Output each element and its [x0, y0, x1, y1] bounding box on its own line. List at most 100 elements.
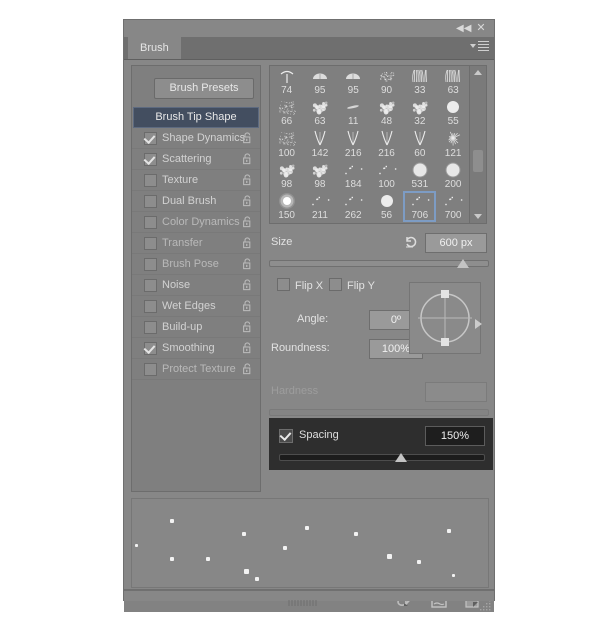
brush-option-checkbox[interactable] [144, 132, 157, 145]
brush-tip-cell[interactable]: 150 [270, 191, 303, 222]
brush-tip-cell[interactable]: 32 [403, 97, 436, 128]
flip-x-checkbox[interactable]: Flip X [277, 278, 323, 292]
brush-option-build-up[interactable]: Build-up [132, 317, 260, 338]
brush-tip-cell[interactable]: 262 [337, 191, 370, 222]
brush-tip-cell[interactable]: 56 [370, 191, 403, 222]
brush-tip-thumbnail-icon [370, 129, 403, 147]
brush-tip-cell[interactable]: 95 [337, 66, 370, 97]
window-drag-handle-icon[interactable] [288, 593, 330, 606]
lock-icon[interactable] [243, 173, 252, 186]
brush-tip-thumbnail-icon [303, 161, 336, 179]
lock-icon[interactable] [243, 131, 252, 144]
brush-tip-thumbnail-icon [436, 161, 469, 179]
brush-tip-cell[interactable]: 74 [270, 66, 303, 97]
brush-tip-cell[interactable]: 66 [270, 97, 303, 128]
brush-option-checkbox[interactable] [144, 300, 157, 313]
brush-tip-size: 63 [314, 116, 326, 128]
brush-presets-button[interactable]: Brush Presets [154, 78, 254, 99]
close-icon[interactable]: ✕ [474, 22, 488, 35]
brush-option-scattering[interactable]: Scattering [132, 149, 260, 170]
spacing-slider-handle[interactable] [395, 453, 408, 462]
lock-icon[interactable] [243, 362, 252, 375]
brush-option-checkbox[interactable] [144, 363, 157, 376]
brush-tip-cell[interactable]: 184 [337, 160, 370, 191]
brush-tip-cell[interactable]: 48 [370, 97, 403, 128]
brush-tip-cell[interactable]: 11 [337, 97, 370, 128]
brush-option-brush-pose[interactable]: Brush Pose [132, 254, 260, 275]
brush-option-smoothing[interactable]: Smoothing [132, 338, 260, 359]
lock-icon[interactable] [243, 152, 252, 165]
brush-option-protect-texture[interactable]: Protect Texture [132, 359, 260, 380]
brush-option-checkbox[interactable] [144, 342, 157, 355]
tab-brush[interactable]: Brush [128, 37, 181, 59]
panel-menu-icon[interactable] [470, 41, 489, 51]
brush-tip-cell[interactable]: 33 [403, 66, 436, 97]
size-slider[interactable] [269, 258, 489, 268]
brush-option-noise[interactable]: Noise [132, 275, 260, 296]
lock-icon[interactable] [243, 236, 252, 249]
brush-option-checkbox[interactable] [144, 195, 157, 208]
brush-tip-cell[interactable]: 100 [270, 128, 303, 159]
size-slider-handle[interactable] [457, 259, 470, 268]
scroll-down-arrow-icon[interactable] [474, 214, 482, 219]
brush-tip-cell[interactable]: 142 [303, 128, 336, 159]
brush-tip-cell[interactable]: 121 [436, 128, 469, 159]
flip-x-box[interactable] [277, 278, 290, 291]
brush-option-wet-edges[interactable]: Wet Edges [132, 296, 260, 317]
brush-option-brush-tip-shape[interactable]: Brush Tip Shape [133, 107, 259, 128]
scrollbar-thumb[interactable] [473, 150, 483, 172]
size-slider-track[interactable] [269, 260, 489, 267]
lock-icon[interactable] [243, 215, 252, 228]
brush-tip-cell[interactable]: 216 [370, 128, 403, 159]
brush-tip-cell[interactable]: 706 [403, 190, 437, 222]
brush-tip-cell[interactable]: 98 [303, 160, 336, 191]
flip-y-checkbox[interactable]: Flip Y [329, 278, 375, 292]
brush-option-checkbox[interactable] [144, 237, 157, 250]
brush-tip-cell[interactable]: 60 [403, 128, 436, 159]
brush-tip-cell[interactable]: 200 [436, 160, 469, 191]
scroll-up-arrow-icon[interactable] [474, 70, 482, 75]
brush-tip-cell[interactable]: 90 [370, 66, 403, 97]
brush-option-dual-brush[interactable]: Dual Brush [132, 191, 260, 212]
angle-label: Angle: [297, 313, 329, 325]
brush-tip-cell[interactable]: 63 [303, 97, 336, 128]
brush-option-checkbox[interactable] [144, 153, 157, 166]
angle-roundness-dial-icon[interactable] [409, 282, 482, 354]
lock-icon[interactable] [243, 320, 252, 333]
brush-tip-cell[interactable]: 216 [337, 128, 370, 159]
brush-tip-cell[interactable]: 55 [436, 97, 469, 128]
brush-option-checkbox[interactable] [144, 279, 157, 292]
lock-icon[interactable] [243, 278, 252, 291]
brush-option-checkbox[interactable] [144, 321, 157, 334]
brush-tip-cell[interactable]: 98 [270, 160, 303, 191]
brush-tip-cell[interactable]: 211 [303, 191, 336, 222]
brush-option-label: Smoothing [162, 342, 215, 354]
spacing-input[interactable]: 150% [425, 426, 485, 446]
brush-option-transfer[interactable]: Transfer [132, 233, 260, 254]
brush-tip-cell[interactable]: 95 [303, 66, 336, 97]
brush-tip-thumbnail-icon [337, 98, 370, 116]
lock-icon[interactable] [243, 341, 252, 354]
brush-tip-thumbnail-icon [403, 67, 436, 85]
brush-option-checkbox[interactable] [144, 258, 157, 271]
brush-option-checkbox[interactable] [144, 216, 157, 229]
brush-option-texture[interactable]: Texture [132, 170, 260, 191]
brush-tip-cell[interactable]: 531 [403, 160, 436, 191]
spacing-checkbox[interactable] [279, 429, 293, 443]
lock-icon[interactable] [243, 257, 252, 270]
flip-y-box[interactable] [329, 278, 342, 291]
reset-arrow-icon[interactable] [403, 234, 419, 250]
spacing-slider[interactable] [279, 452, 485, 462]
lock-icon[interactable] [243, 194, 252, 207]
brush-tip-cell[interactable]: 700 [436, 191, 469, 222]
brush-option-checkbox[interactable] [144, 174, 157, 187]
lock-icon[interactable] [243, 299, 252, 312]
brush-tip-cell[interactable]: 63 [436, 66, 469, 97]
spacing-slider-track[interactable] [279, 454, 485, 461]
brush-option-shape-dynamics[interactable]: Shape Dynamics [132, 128, 260, 149]
size-input[interactable]: 600 px [425, 233, 487, 253]
brush-tip-cell[interactable]: 100 [370, 160, 403, 191]
double-chevron-left-icon[interactable]: ◀◀ [456, 22, 471, 35]
brush-grid-scrollbar[interactable] [469, 66, 486, 223]
brush-option-color-dynamics[interactable]: Color Dynamics [132, 212, 260, 233]
